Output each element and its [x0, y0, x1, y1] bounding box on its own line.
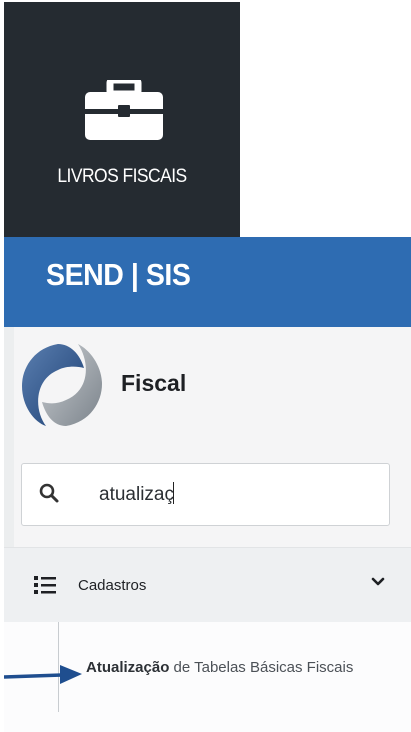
app-title: SEND | SIS	[46, 257, 191, 292]
text-caret	[173, 482, 174, 504]
search-icon	[39, 483, 59, 503]
module-name: Fiscal	[121, 370, 187, 396]
list-icon	[34, 576, 56, 594]
menu-section-label: Cadastros	[78, 577, 147, 594]
tile-label: LIVROS FISCAIS	[57, 166, 187, 187]
menu-search-input[interactable]: atualizaç	[21, 463, 390, 526]
briefcase-icon	[85, 80, 163, 140]
chevron-down-icon[interactable]	[371, 576, 385, 588]
search-match-text: Atualização	[86, 659, 170, 676]
sendsis-logo	[22, 344, 102, 426]
menu-item-atualizacao-tabelas[interactable]: Atualização de Tabelas Básicas Fiscais	[86, 652, 386, 683]
menu-section-cadastros[interactable]: Cadastros	[4, 547, 411, 623]
menu-item-label-rest: de Tabelas Básicas Fiscais	[169, 659, 354, 676]
livros-fiscais-tile[interactable]: LIVROS FISCAIS	[4, 2, 240, 237]
search-value: atualizaç	[99, 482, 174, 505]
pointer-arrow-icon	[4, 665, 82, 684]
app-header: SEND | SIS	[4, 237, 411, 327]
panel-divider	[4, 327, 14, 547]
